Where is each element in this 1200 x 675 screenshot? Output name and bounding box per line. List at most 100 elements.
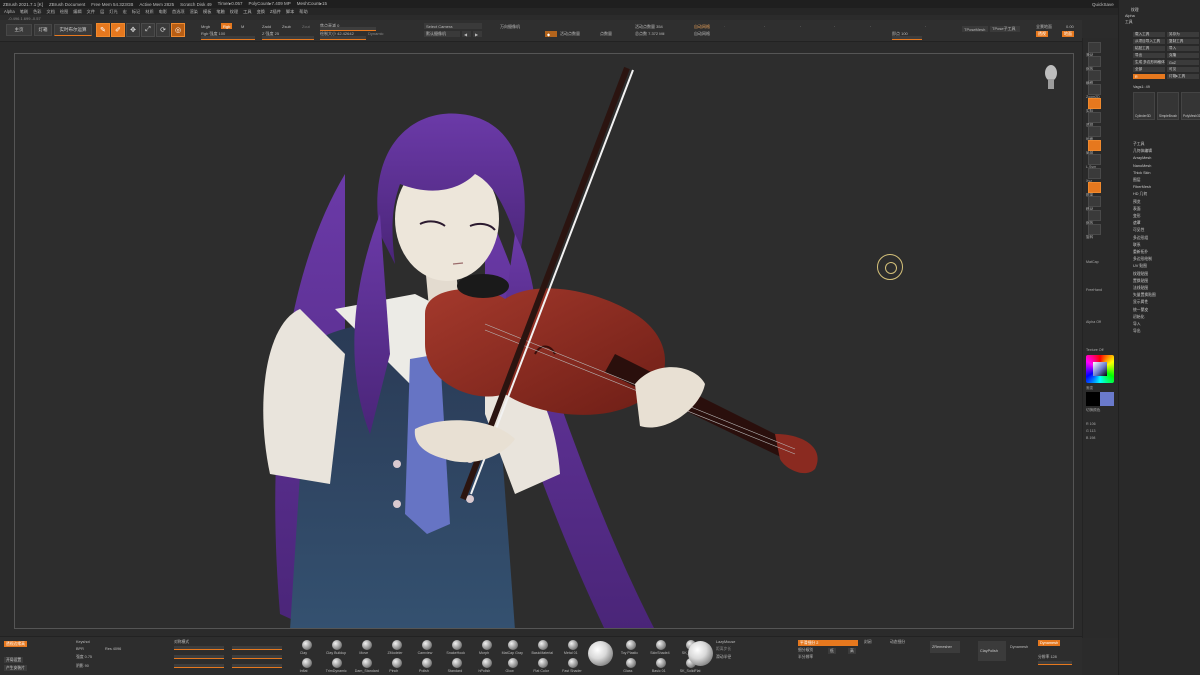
primary-color-swatch[interactable] <box>1086 392 1100 406</box>
subpalette-item[interactable]: UV 贴图 <box>1133 264 1147 269</box>
brush-icon[interactable] <box>302 658 312 668</box>
canvas-viewport[interactable] <box>14 53 1074 629</box>
subpalette-item[interactable]: 多边形组 <box>1133 236 1148 241</box>
tool-action-button[interactable]: R <box>1133 74 1165 79</box>
subpalette-item[interactable]: 法线贴图 <box>1133 286 1148 291</box>
brush-thumbnail[interactable]: MatCap <box>1086 260 1099 264</box>
menu-item[interactable]: 文档 <box>47 9 55 15</box>
gizmo-icon[interactable]: ◎ <box>171 23 185 37</box>
alpha-thumbnail[interactable]: Alpha Off <box>1086 320 1101 324</box>
material-icon[interactable] <box>508 658 518 668</box>
shelf-button[interactable] <box>1088 98 1101 109</box>
subpalette-item[interactable]: 导出 <box>1133 329 1141 334</box>
tpose-subtool-button[interactable]: TPose子工具 <box>990 26 1020 32</box>
bpr-button[interactable]: BPR <box>76 647 84 651</box>
menu-item[interactable]: 绘图 <box>60 9 68 15</box>
material-icon[interactable] <box>568 658 578 668</box>
tool-thumbnail[interactable]: Cylinder3D <box>1133 92 1155 120</box>
select-camera-button[interactable]: Select Camera <box>424 23 482 29</box>
menu-item[interactable]: 脚本 <box>286 9 294 15</box>
dynamic-subdiv-toggle[interactable]: 动态细分 <box>890 640 905 645</box>
perspective-edge-button[interactable]: 透视边缘高 <box>4 641 27 647</box>
brush-icon[interactable] <box>452 658 462 668</box>
camera-prev-button[interactable]: ◀ <box>462 31 471 37</box>
tool-action-button[interactable]: 导出 <box>1133 53 1165 58</box>
mirror-slider-2[interactable] <box>232 655 282 659</box>
tab-live-boolean[interactable]: 实时布尔运算 <box>54 24 92 36</box>
tab-lightbox[interactable]: 灯箱 <box>34 24 52 36</box>
subpalette-item[interactable]: 表面 <box>1133 207 1141 212</box>
subpalette-item[interactable]: 几何体编辑 <box>1133 149 1152 154</box>
mesh-option-c[interactable]: · <box>800 24 801 29</box>
dynamic-toggle[interactable]: Dynamic <box>368 31 384 36</box>
subpalette-item[interactable]: 预览 <box>1133 200 1141 205</box>
auto-mesh-option[interactable]: 自动网格 <box>694 31 710 37</box>
menu-item[interactable]: 笔触 <box>216 9 224 15</box>
color-picker[interactable] <box>1086 355 1114 383</box>
menu-item[interactable]: 变换 <box>257 9 265 15</box>
zcut-toggle[interactable]: Zcut <box>302 24 310 29</box>
material-icon[interactable] <box>656 640 666 650</box>
higher-subdiv-button[interactable]: 高 <box>848 648 856 654</box>
subpalette-item[interactable]: 多边形绘制 <box>1133 257 1152 262</box>
current-material-sphere[interactable] <box>588 641 613 666</box>
camera-next-button[interactable]: ▶ <box>473 31 482 37</box>
tool-action-button[interactable]: GoZ <box>1167 60 1199 65</box>
shelf-button[interactable] <box>1088 140 1101 151</box>
tool-action-button[interactable]: 灯箱▸工具 <box>1167 74 1199 79</box>
shelf-button[interactable] <box>1088 154 1101 165</box>
subpalette-item[interactable]: 初始化 <box>1133 315 1144 320</box>
menu-item[interactable]: 标记 <box>132 9 140 15</box>
shelf-button[interactable] <box>1088 70 1101 81</box>
tool-action-button[interactable]: 另存为 <box>1167 32 1199 37</box>
m-toggle[interactable]: M <box>241 24 244 29</box>
subpalette-item[interactable]: 变形 <box>1133 214 1141 219</box>
menu-item[interactable]: 首选项 <box>172 9 185 15</box>
subpalette-item[interactable]: 图层 <box>1133 178 1141 183</box>
menu-item[interactable]: 纹理 <box>230 9 238 15</box>
default-camera-button[interactable]: 默认摄像机 <box>424 31 460 37</box>
draw-mode-icon[interactable]: ✐ <box>111 23 125 37</box>
material-icon[interactable] <box>568 640 578 650</box>
brush-icon[interactable] <box>392 640 402 650</box>
menu-item[interactable]: 帮助 <box>299 9 307 15</box>
subpalette-item[interactable]: NanoMesh <box>1133 164 1151 168</box>
camera-lock-toggle[interactable]: ◆ <box>545 31 557 37</box>
subpalette-item[interactable]: 矢量置换贴图 <box>1133 293 1156 298</box>
subpalette-item[interactable]: ArrayMesh <box>1133 156 1151 160</box>
rgb-toggle[interactable]: Rgb <box>221 23 233 29</box>
shelf-button[interactable] <box>1088 210 1101 221</box>
menu-item[interactable]: 文件 <box>87 9 95 15</box>
switch-color-button[interactable]: 切换颜色 <box>1086 408 1100 413</box>
subpalette-item[interactable]: 重新拓扑 <box>1133 250 1148 255</box>
material-icon[interactable] <box>656 658 666 668</box>
material-icon[interactable] <box>538 640 548 650</box>
dynamesh-resolution-slider[interactable] <box>1038 661 1072 665</box>
brush-icon[interactable] <box>362 658 372 668</box>
draw-size-slider[interactable] <box>320 36 366 40</box>
zoom-slider[interactable] <box>892 36 922 40</box>
tpose-mesh-button[interactable]: TPoseMesh <box>962 26 988 32</box>
symmetry-slider-3[interactable] <box>174 664 224 668</box>
gradient-toggle[interactable]: 渐变 <box>1086 386 1093 391</box>
edit-mode-icon[interactable]: ✎ <box>96 23 110 37</box>
shelf-button[interactable] <box>1088 112 1101 123</box>
subpalette-item[interactable]: Thick Skin <box>1133 171 1151 175</box>
subpalette-item[interactable]: 子工具 <box>1133 142 1144 147</box>
menu-item[interactable]: 渲染 <box>190 9 198 15</box>
perspective-toggle[interactable]: 透视 <box>1036 31 1048 37</box>
subpalette-item[interactable]: 联系 <box>1133 243 1141 248</box>
subpalette-item[interactable]: 可见性 <box>1133 228 1144 233</box>
zremesher-button[interactable]: ZRemesher <box>930 641 960 653</box>
stroke-thumbnail[interactable]: FreeHand <box>1086 288 1102 292</box>
symmetry-slider[interactable] <box>174 646 224 650</box>
tool-action-button[interactable]: 生成 多边形网格体 <box>1133 60 1165 65</box>
shelf-button[interactable] <box>1088 42 1101 53</box>
brush-icon[interactable] <box>392 658 402 668</box>
quicksave-button[interactable]: QuickSave <box>1092 2 1114 7</box>
subpalette-item[interactable]: FiberMesh <box>1133 185 1151 189</box>
texture-thumbnail[interactable]: Texture Off <box>1086 348 1104 352</box>
material-icon[interactable] <box>538 658 548 668</box>
mesh-option-e[interactable]: · <box>870 24 871 29</box>
menu-item[interactable]: 灯光 <box>109 9 117 15</box>
